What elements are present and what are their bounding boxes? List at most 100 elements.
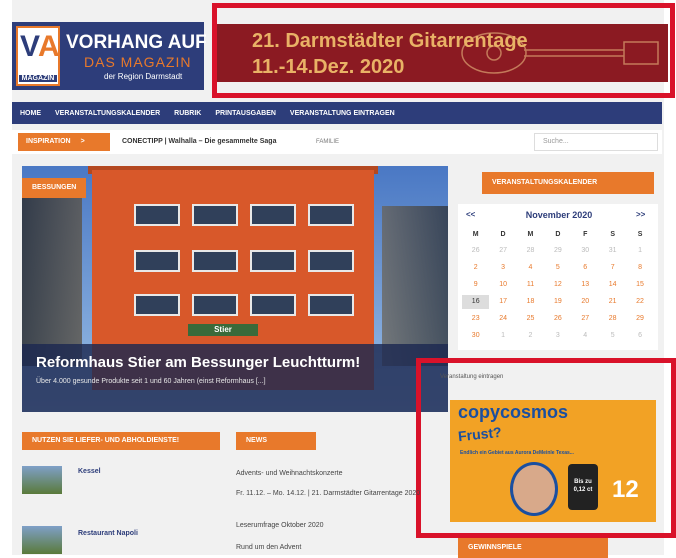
nav-veranstaltung-eintragen[interactable]: VERANSTALTUNG EINTRAGEN [290,110,395,117]
weekday: M [527,231,534,238]
window [192,294,238,316]
calendar-day[interactable]: 22 [626,295,653,309]
calendar-week: 2 3 4 5 6 7 8 [462,261,654,275]
logo-title: VORHANG AUF [66,32,207,53]
calendar-day[interactable]: 3 [544,329,571,343]
calendar-day[interactable]: 2 [517,329,544,343]
nav-veranstaltungskalender[interactable]: VERANSTALTUNGSKALENDER [55,110,160,117]
calendar-day[interactable]: 10 [489,278,516,292]
calendar-month: November 2020 [525,210,593,220]
calendar-day[interactable]: 27 [572,312,599,326]
logo-mark: V A MAGAZIN [16,26,60,86]
services-header: NUTZEN SIE LIEFER- UND ABHOLDIENSTE! [22,432,220,450]
calendar-week: 9 10 11 12 13 14 15 [462,278,654,292]
calendar-day[interactable]: 29 [544,244,571,258]
calendar-day[interactable]: 12 [544,278,571,292]
calendar-day[interactable]: 18 [517,295,544,309]
calendar-day[interactable]: 24 [489,312,516,326]
window [250,250,296,272]
calendar-day[interactable]: 2 [462,261,489,275]
calendar-prev-button[interactable]: << [466,210,475,219]
service-title[interactable]: Restaurant Napoli [78,530,138,537]
news-item[interactable]: Advents- und Weihnachtskonzerte [236,468,426,479]
calendar-day[interactable]: 28 [599,312,626,326]
hero-article[interactable]: Stier BESSUNGEN Reformhaus Stier am Bess… [22,166,448,412]
calendar-day[interactable]: 31 [599,244,626,258]
calendar-day[interactable]: 30 [572,244,599,258]
calendar-day[interactable]: 1 [489,329,516,343]
calendar-day[interactable]: 15 [626,278,653,292]
weekday: D [555,231,561,238]
calendar-day[interactable]: 21 [599,295,626,309]
calendar-day[interactable]: 7 [599,261,626,275]
calendar-day[interactable]: 25 [517,312,544,326]
service-thumbnail[interactable] [22,466,62,494]
calendar-day[interactable]: 26 [462,244,489,258]
nav-home[interactable]: HOME [20,110,41,117]
calendar-week: 26 27 28 29 30 31 1 [462,244,654,258]
ticker-headline[interactable]: CONECTIPP | Walhalla – Die gesammelte Sa… [122,134,276,150]
news-item[interactable]: Rund um den Advent [236,542,426,553]
calendar-day[interactable]: 13 [572,278,599,292]
main-navigation: HOME VERANSTALTUNGSKALENDER RUBRIK PRINT… [12,102,662,124]
ticker-label[interactable]: INSPIRATION > [18,133,110,151]
ticker-arrow-icon: > [80,138,85,145]
calendar-day[interactable]: 1 [626,244,653,258]
window [192,204,238,226]
calendar-day-today[interactable]: 16 [462,295,490,309]
ad-highlight-frame [416,358,676,538]
service-title[interactable]: Kessel [78,468,101,475]
nav-printausgaben[interactable]: PRINTAUSGABEN [215,110,276,117]
site-logo[interactable]: V A MAGAZIN VORHANG AUF DAS MAGAZIN der … [12,22,207,90]
window [192,250,238,272]
logo-mark-sub: MAGAZIN [19,75,57,82]
calendar-next-button[interactable]: >> [636,210,645,219]
calendar-day[interactable]: 19 [544,295,571,309]
tree-right [382,206,448,366]
calendar-day[interactable]: 8 [626,261,653,275]
shop-sign: Stier [188,324,258,336]
calendar-day[interactable]: 14 [599,278,626,292]
window [308,250,354,272]
news-item[interactable]: Leserumfrage Oktober 2020 [236,520,426,531]
calendar-day[interactable]: 9 [462,278,489,292]
calendar-day[interactable]: 5 [544,261,571,275]
weekday: D [500,231,506,238]
hero-title[interactable]: Reformhaus Stier am Bessunger Leuchtturm… [36,354,360,371]
calendar-day[interactable]: 5 [599,329,626,343]
gewinnspiele-header: GEWINNSPIELE [458,538,608,558]
calendar-day[interactable]: 23 [462,312,489,326]
calendar-day[interactable]: 4 [517,261,544,275]
calendar-day[interactable]: 26 [544,312,571,326]
calendar-day[interactable]: 29 [626,312,653,326]
hero-category[interactable]: BESSUNGEN [22,178,87,198]
calendar-day[interactable]: 6 [626,329,653,343]
logo-mark-v: V [20,30,40,63]
calendar-header: VERANSTALTUNGSKALENDER [482,172,654,194]
window [308,294,354,316]
window [134,294,180,316]
search-input[interactable]: Suche... [534,133,658,151]
calendar-day[interactable]: 11 [517,278,544,292]
hero-caption: Reformhaus Stier am Bessunger Leuchtturm… [22,344,448,412]
window [308,204,354,226]
calendar-week: 23 24 25 26 27 28 29 [462,312,654,326]
ticker-bar: INSPIRATION > CONECTIPP | Walhalla – Die… [12,130,662,154]
weekday: M [472,231,479,238]
window [134,204,180,226]
calendar-day[interactable]: 3 [489,261,516,275]
calendar-day[interactable]: 28 [517,244,544,258]
calendar-day[interactable]: 20 [572,295,599,309]
service-thumbnail[interactable] [22,526,62,554]
calendar-day[interactable]: 17 [489,295,516,309]
news-item[interactable]: Fr. 11.12. – Mo. 14.12. | 21. Darmstädte… [236,488,426,499]
news-header: NEWS [236,432,316,450]
weekday: S [637,231,643,238]
calendar-day[interactable]: 4 [572,329,599,343]
calendar-day[interactable]: 27 [489,244,516,258]
window [250,204,296,226]
calendar-day[interactable]: 30 [462,329,489,343]
window [250,294,296,316]
calendar-day[interactable]: 6 [572,261,599,275]
nav-rubrik[interactable]: RUBRIK [174,110,201,117]
